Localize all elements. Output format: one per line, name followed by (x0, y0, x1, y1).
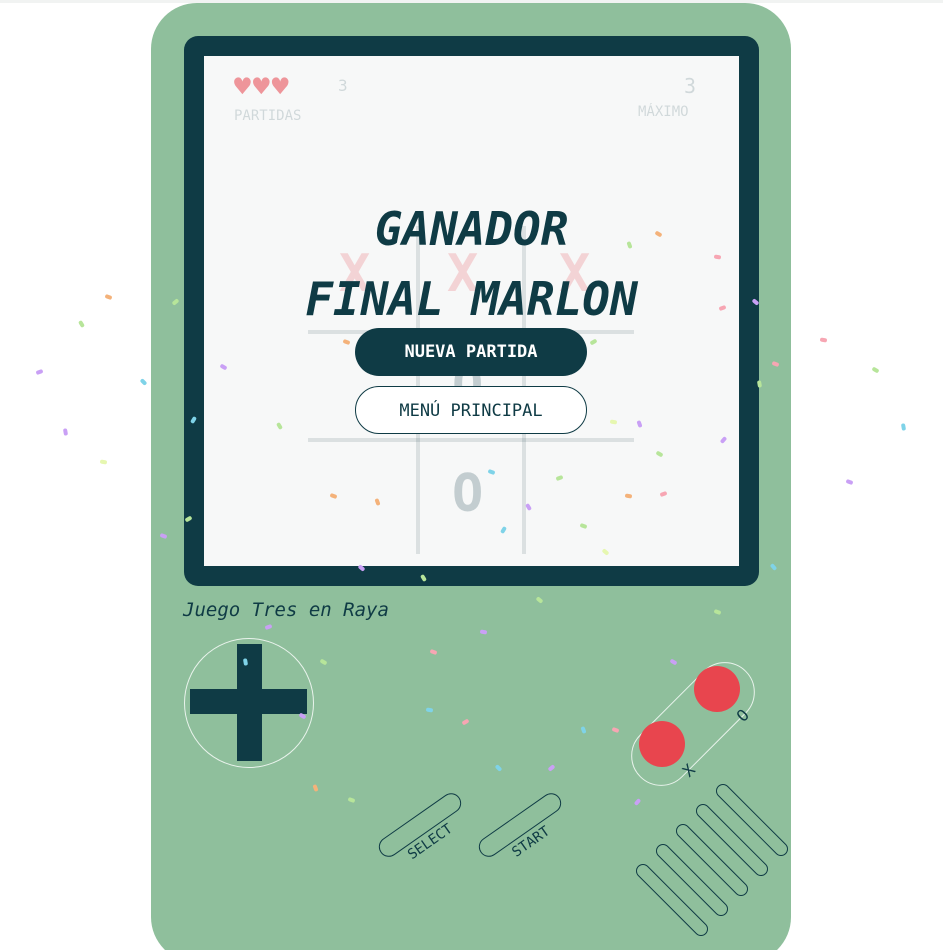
lives-count: 3 (338, 76, 348, 95)
lives-hearts-icon: ♥♥♥ (234, 70, 291, 103)
new-game-button[interactable]: NUEVA PARTIDA (355, 328, 587, 376)
confetti-piece (871, 366, 880, 374)
confetti-piece (62, 428, 69, 436)
winner-title-line1: GANADOR (374, 202, 569, 256)
o-button[interactable] (694, 666, 740, 712)
dpad-horizontal[interactable] (190, 689, 307, 714)
main-menu-button[interactable]: MENÚ PRINCIPAL (355, 386, 587, 434)
board-cell-7[interactable]: O (452, 464, 483, 524)
winner-title-line2: FINAL MARLON (305, 272, 638, 326)
lives-label: PARTIDAS (234, 108, 302, 124)
confetti-piece (35, 368, 44, 376)
confetti-piece (819, 337, 828, 343)
confetti-piece (139, 378, 148, 386)
game-screen: ♥♥♥ 3 PARTIDAS 3 MÁXIMO X X X O O GANADO… (204, 56, 739, 566)
confetti-piece (104, 293, 113, 301)
confetti-piece (900, 423, 907, 431)
console-label: Juego Tres en Raya (183, 599, 389, 621)
score-value: 3 (684, 74, 697, 98)
confetti-piece (845, 478, 854, 486)
score-label: MÁXIMO (638, 104, 689, 120)
confetti-piece (99, 459, 108, 465)
board-grid-line (308, 438, 634, 442)
winner-title: GANADOR FINAL MARLON (204, 194, 739, 334)
confetti-piece (78, 319, 85, 329)
x-button[interactable] (639, 721, 685, 767)
